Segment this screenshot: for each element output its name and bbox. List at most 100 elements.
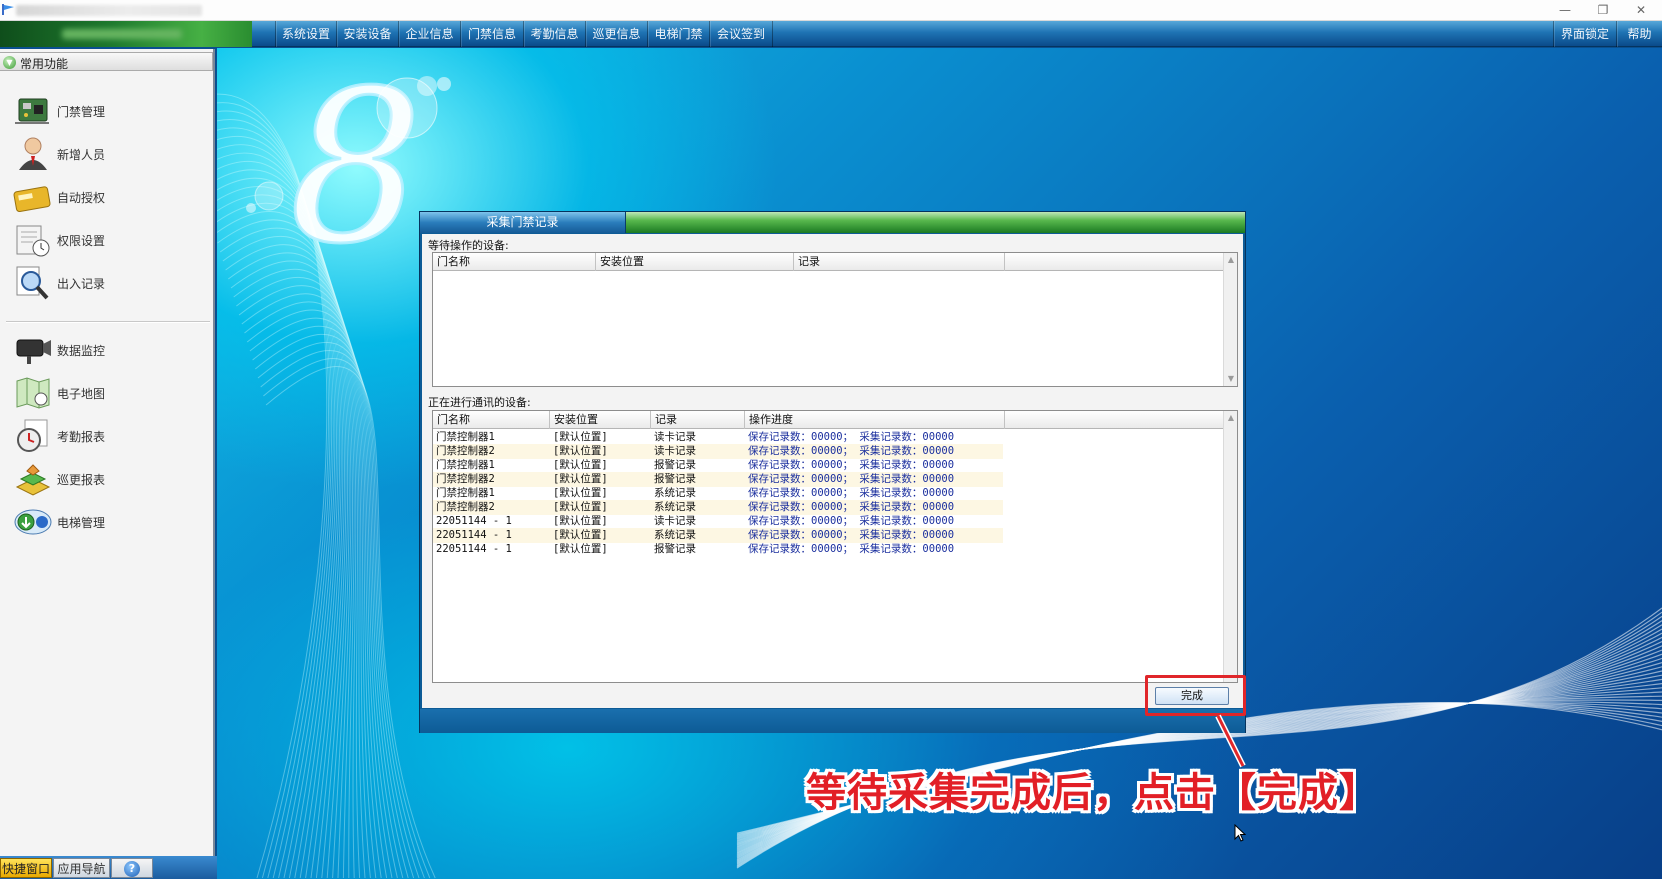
scroll-up-icon[interactable]: ▲ [1226,413,1236,423]
scroll-down-icon[interactable]: ▼ [1226,374,1236,384]
col-progress[interactable]: 操作进度 [745,411,1005,429]
sidebar-header[interactable]: ▼ 常用功能 [0,52,213,71]
menu-install-device[interactable]: 安装设备 [336,21,398,47]
sidebar-item-data-monitor[interactable]: 数据监控 [0,328,210,372]
collapse-chevron-icon[interactable]: ▼ [3,56,16,69]
col-install-location[interactable]: 安装位置 [550,411,651,429]
cell-door-name: 门禁控制器1 [436,487,495,499]
cell-install-location: [默认位置] [553,431,608,443]
table-row[interactable]: 门禁控制器1 [默认位置] 读卡记录 保存记录数：00000； 采集记录数：00000 [433,430,1003,445]
sidebar-item-access-control[interactable]: 门禁管理 [0,89,210,133]
active-devices-list[interactable]: 门名称 安装位置 记录 操作进度 门禁控制器1 [默认位置] 读卡记录 保存记录数：0… [432,410,1238,683]
tab-app-navigation[interactable]: 应用导航 [53,858,110,878]
cell-progress: 保存记录数：00000； 采集记录数：00000 [748,459,955,471]
col-install-location[interactable]: 安装位置 [596,253,794,271]
sidebar-header-label: 常用功能 [20,57,69,71]
menu-lock-screen[interactable]: 界面锁定 [1553,21,1616,47]
cell-progress: 保存记录数：00000； 采集记录数：00000 [748,543,955,555]
tab-help[interactable]: ? [111,858,153,878]
help-icon[interactable]: ? [124,861,140,877]
active-list-header: 门名称 安装位置 记录 操作进度 [433,411,1225,429]
sidebar: ▼ 常用功能 门禁管理 新增人员 自动授权 权限设置 出入记录 数据监控 电子地… [0,49,215,879]
dialog-footer [420,709,1245,733]
waiting-list-scrollbar[interactable]: ▲ ▼ [1223,253,1237,386]
sidebar-item-patrol-report[interactable]: 巡更报表 [0,457,210,501]
window-titlebar: — ❐ ✕ [0,0,1662,21]
sidebar-item-elevator-management[interactable]: 电梯管理 [0,500,210,544]
menu-meeting-signin[interactable]: 会议签到 [709,21,773,47]
cell-door-name: 门禁控制器1 [436,459,495,471]
table-row[interactable]: 22051144 - 1 [默认位置] 系统记录 保存记录数：00000； 采集记录数… [433,528,1003,543]
card-icon [13,186,51,212]
cell-door-name: 22051144 - 1 [436,515,512,527]
instruction-caption: 等待采集完成后，点击【完成】 [806,770,1380,816]
table-row[interactable]: 22051144 - 1 [默认位置] 读卡记录 保存记录数：00000； 采集记录数… [433,514,1003,529]
cell-record: 系统记录 [654,501,696,513]
map-icon [16,377,50,409]
col-record[interactable]: 记录 [651,411,745,429]
cell-record: 系统记录 [654,487,696,499]
col-record[interactable]: 记录 [794,253,1005,271]
table-row[interactable]: 门禁控制器1 [默认位置] 系统记录 保存记录数：00000； 采集记录数：00000 [433,486,1003,501]
minimize-button[interactable]: — [1546,0,1584,21]
sidebar-item-add-person[interactable]: 新增人员 [0,132,210,176]
col-door-name[interactable]: 门名称 [433,253,596,271]
clock-report-icon [17,419,48,452]
cell-door-name: 门禁控制器2 [436,445,495,457]
cell-door-name: 22051144 - 1 [436,529,512,541]
elevator-icon [14,509,52,535]
sidebar-item-electronic-map[interactable]: 电子地图 [0,371,210,415]
tab-quick-window[interactable]: 快捷窗口 [0,858,52,878]
table-row[interactable]: 门禁控制器1 [默认位置] 报警记录 保存记录数：00000； 采集记录数：00000 [433,458,1003,473]
cell-install-location: [默认位置] [553,529,608,541]
app-flag-icon [2,4,14,15]
cell-progress: 保存记录数：00000； 采集记录数：00000 [748,487,955,499]
waiting-devices-list[interactable]: 门名称 安装位置 记录 ▲ ▼ [432,252,1238,387]
sidebar-item-attendance-report[interactable]: 考勤报表 [0,414,210,458]
col-door-name[interactable]: 门名称 [433,411,550,429]
cell-record: 读卡记录 [654,515,696,527]
permission-clock-icon [16,225,50,257]
sidebar-item-label: 数据监控 [57,344,106,358]
cell-install-location: [默认位置] [553,445,608,457]
cell-record: 读卡记录 [654,445,696,457]
table-row[interactable]: 门禁控制器2 [默认位置] 系统记录 保存记录数：00000； 采集记录数：00000 [433,500,1003,515]
cell-progress: 保存记录数：00000； 采集记录数：00000 [748,431,955,443]
menu-access-info[interactable]: 门禁信息 [460,21,523,47]
sidebar-item-label: 自动授权 [57,191,106,205]
close-button[interactable]: ✕ [1622,0,1660,21]
waiting-list-header: 门名称 安装位置 记录 [433,253,1225,271]
cell-progress: 保存记录数：00000； 采集记录数：00000 [748,515,955,527]
menu-company-info[interactable]: 企业信息 [398,21,460,47]
cell-record: 系统记录 [654,529,696,541]
cell-install-location: [默认位置] [553,459,608,471]
cell-install-location: [默认位置] [553,487,608,499]
sidebar-item-permission-settings[interactable]: 权限设置 [0,218,210,262]
circuit-board-icon [15,98,49,124]
menu-elevator-access[interactable]: 电梯门禁 [647,21,709,47]
table-row[interactable]: 门禁控制器2 [默认位置] 报警记录 保存记录数：00000； 采集记录数：00000 [433,472,1003,487]
table-row[interactable]: 22051144 - 1 [默认位置] 报警记录 保存记录数：00000； 采集记录数… [433,542,1003,557]
brand-logo-redacted [0,21,252,47]
dialog-body: 等待操作的设备: 门名称 安装位置 记录 ▲ ▼ 正在进行通讯的设备: 门名称 … [422,234,1243,708]
cell-record: 报警记录 [654,543,696,555]
sidebar-item-label: 权限设置 [57,234,106,248]
sidebar-item-access-records[interactable]: 出入记录 [0,261,210,305]
cell-record: 报警记录 [654,459,696,471]
person-icon [19,137,47,170]
maximize-button[interactable]: ❐ [1584,0,1622,21]
scroll-up-icon[interactable]: ▲ [1226,255,1236,265]
table-row[interactable]: 门禁控制器2 [默认位置] 读卡记录 保存记录数：00000； 采集记录数：00000 [433,444,1003,459]
menu-system-settings[interactable]: 系统设置 [275,21,336,47]
cell-door-name: 门禁控制器2 [436,473,495,485]
active-list-scrollbar[interactable]: ▲ [1223,411,1237,682]
brand-blur [62,29,182,39]
menu-attendance-info[interactable]: 考勤信息 [523,21,585,47]
sidebar-item-label: 考勤报表 [57,430,106,444]
menu-help[interactable]: 帮助 [1616,21,1662,47]
sidebar-item-auto-authorize[interactable]: 自动授权 [0,175,210,219]
cell-progress: 保存记录数：00000； 采集记录数：00000 [748,445,955,457]
menu-patrol-info[interactable]: 巡更信息 [585,21,647,47]
cell-door-name: 门禁控制器1 [436,431,495,443]
waiting-devices-label: 等待操作的设备: [428,239,509,252]
